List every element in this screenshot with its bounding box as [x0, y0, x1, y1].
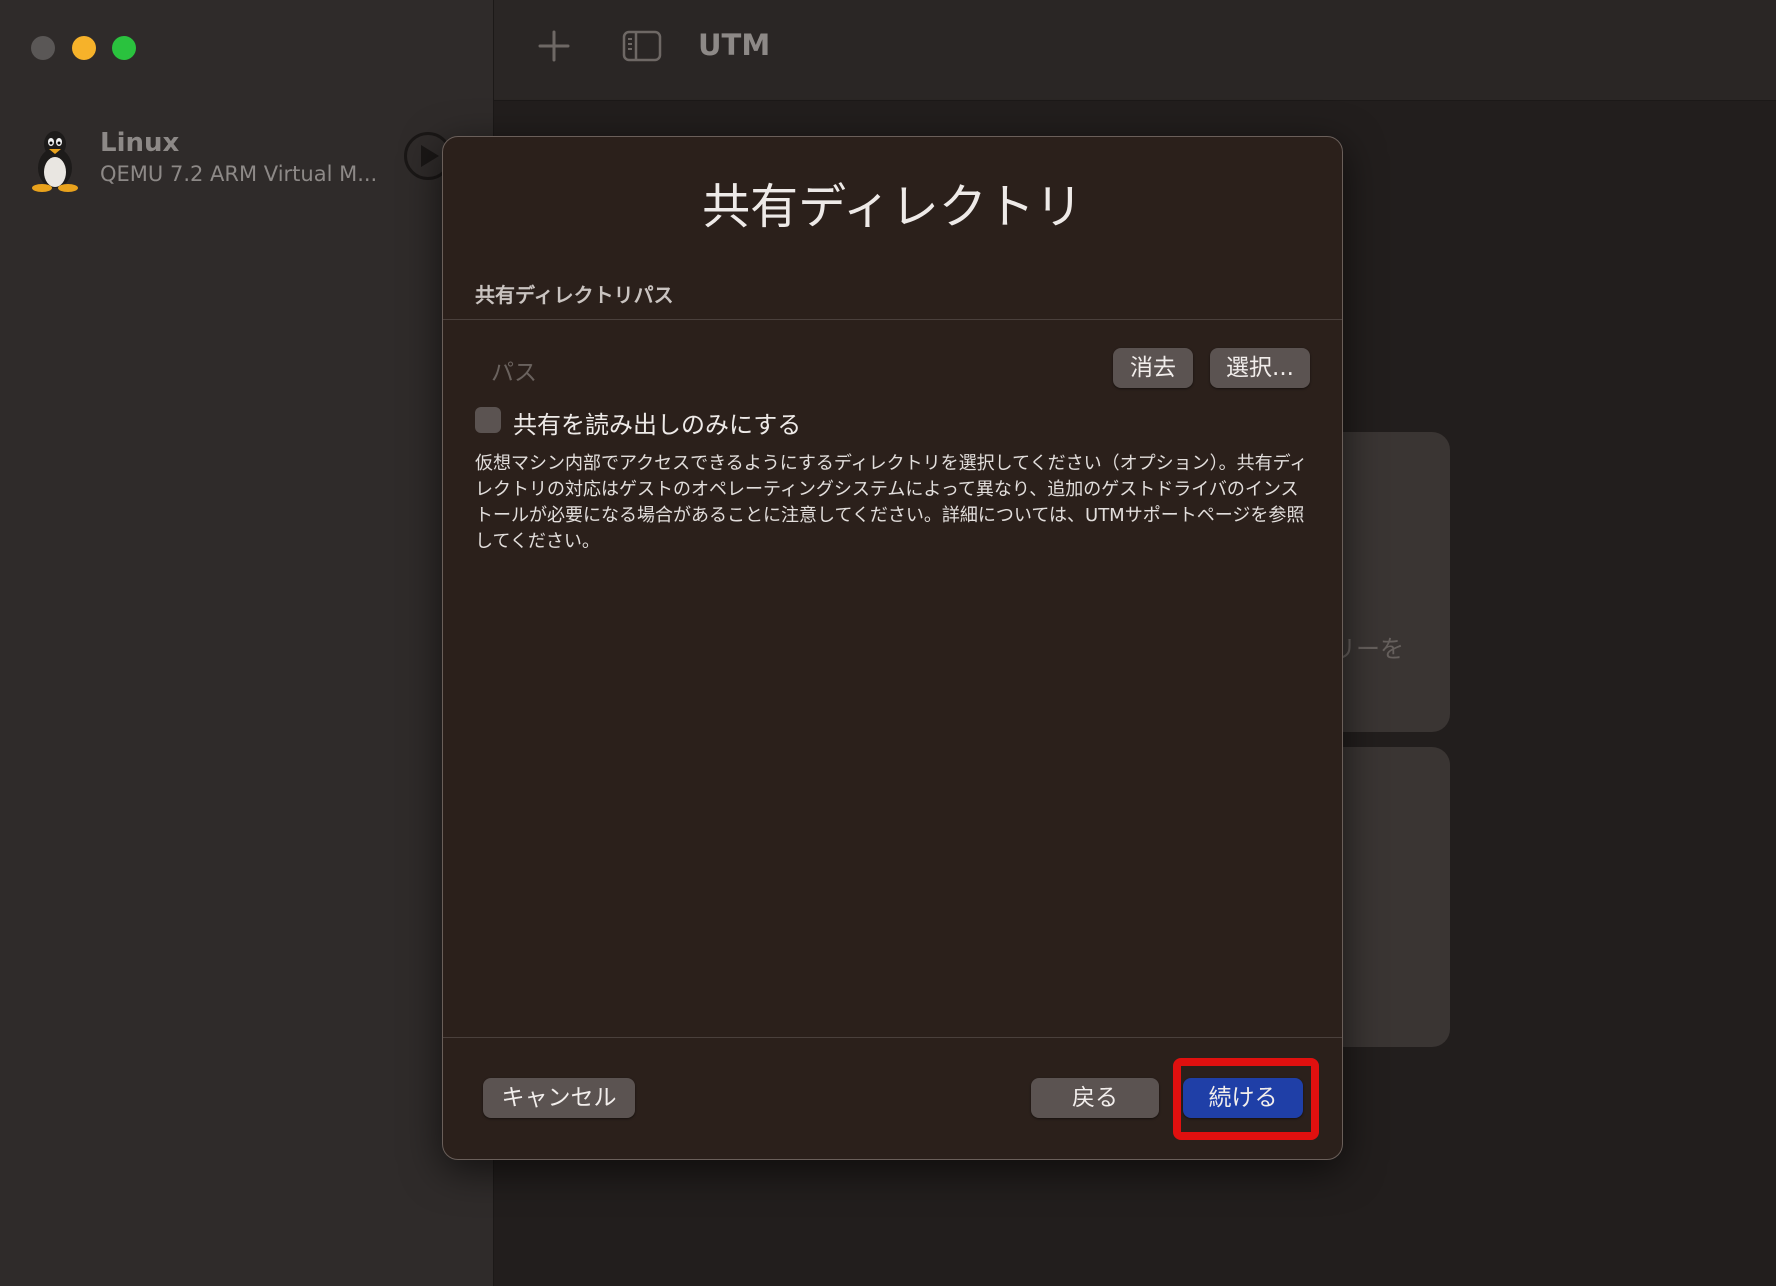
sidebar: Linux QEMU 7.2 ARM Virtual M...	[0, 0, 494, 1286]
select-button[interactable]: 選択...	[1210, 348, 1310, 388]
readonly-checkbox[interactable]	[475, 407, 501, 433]
back-button[interactable]: 戻る	[1031, 1078, 1159, 1118]
dialog-title: 共有ディレクトリ	[702, 179, 1083, 235]
section-label: 共有ディレクトリパス	[475, 283, 674, 307]
path-field[interactable]: パス	[491, 353, 537, 387]
tux-penguin-icon	[28, 128, 82, 192]
clear-button[interactable]: 消去	[1113, 348, 1193, 388]
continue-button[interactable]: 続ける	[1183, 1078, 1303, 1118]
divider	[443, 1037, 1342, 1038]
divider	[443, 319, 1342, 320]
vm-name: Linux	[100, 128, 180, 158]
app-title: UTM	[698, 28, 771, 62]
window-maximize-button[interactable]	[112, 36, 136, 60]
cancel-button[interactable]: キャンセル	[483, 1078, 635, 1118]
readonly-checkbox-label: 共有を読み出しのみにする	[513, 411, 802, 439]
sidebar-toggle-icon[interactable]	[622, 30, 662, 62]
vm-list-item[interactable]: Linux QEMU 7.2 ARM Virtual M...	[20, 120, 450, 200]
description-text: 仮想マシン内部でアクセスできるようにするディレクトリを選択してください（オプショ…	[475, 453, 1308, 552]
vm-subtitle: QEMU 7.2 ARM Virtual M...	[100, 162, 378, 186]
plus-icon[interactable]	[536, 28, 572, 64]
utm-window: Linux QEMU 7.2 ARM Virtual M... UTM リーを …	[0, 0, 1776, 1286]
shared-directory-dialog: 共有ディレクトリ 共有ディレクトリパス パス 消去 選択... 共有を読み出しの…	[442, 136, 1343, 1160]
toolbar: UTM	[494, 0, 1776, 101]
window-close-button[interactable]	[31, 36, 55, 60]
window-minimize-button[interactable]	[72, 36, 96, 60]
